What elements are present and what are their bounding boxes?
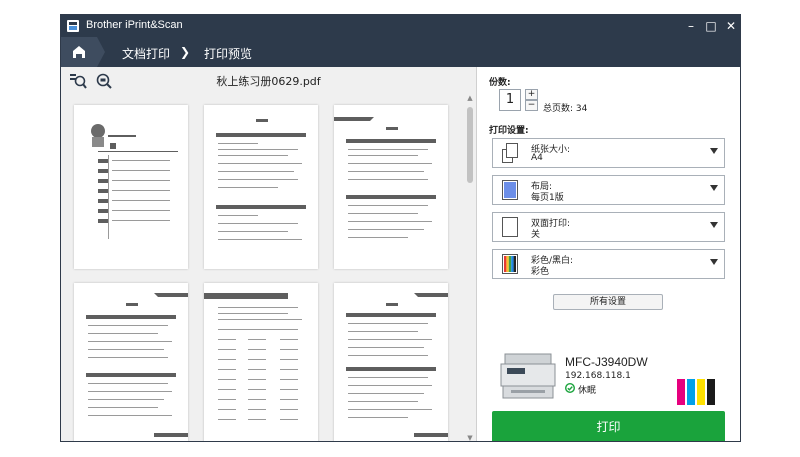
color-mode-value: 彩色 xyxy=(531,267,550,277)
all-settings-button[interactable]: 所有设置 xyxy=(553,294,663,310)
preview-pane: 秋上练习册0629.pdf ▲ ▼ xyxy=(61,67,476,441)
scrollbar-thumb[interactable] xyxy=(467,107,473,183)
app-logo-icon xyxy=(67,20,79,32)
paper-size-dropdown[interactable]: 纸张大小: A4 xyxy=(492,138,725,168)
page-thumbnail[interactable] xyxy=(204,283,318,441)
title-bar: Brother iPrint&Scan – □ ✕ xyxy=(61,15,740,37)
copies-decrement-button[interactable]: − xyxy=(525,100,538,111)
print-settings-label: 打印设置: xyxy=(489,126,529,136)
page-thumbnails xyxy=(61,93,463,441)
app-window: Brother iPrint&Scan – □ ✕ 文档打印 ❯ 打印预览 秋上… xyxy=(60,14,741,442)
chevron-right-icon: ❯ xyxy=(180,45,191,59)
minimize-button[interactable]: – xyxy=(682,17,700,35)
ink-level-cyan xyxy=(687,379,695,405)
window-title: Brother iPrint&Scan xyxy=(86,19,183,31)
page-thumbnail[interactable] xyxy=(334,283,448,441)
chevron-down-icon xyxy=(710,185,718,191)
color-mode-icon xyxy=(502,254,518,274)
page-thumbnail[interactable] xyxy=(334,105,448,269)
ink-level-yellow xyxy=(697,379,705,405)
file-name: 秋上练习册0629.pdf xyxy=(216,75,321,88)
breadcrumb: 文档打印 ❯ 打印预览 xyxy=(61,37,740,67)
page-thumbnail[interactable] xyxy=(74,105,188,269)
scroll-down-icon[interactable]: ▼ xyxy=(464,433,476,441)
layout-value: 每页1版 xyxy=(531,193,564,203)
ink-level-magenta xyxy=(677,379,685,405)
printer-ip: 192.168.118.1 xyxy=(565,371,631,381)
layout-dropdown[interactable]: 布局: 每页1版 xyxy=(492,175,725,205)
check-circle-icon xyxy=(565,383,575,393)
duplex-value: 关 xyxy=(531,230,541,240)
paper-size-value: A4 xyxy=(531,153,543,163)
copies-increment-button[interactable]: + xyxy=(525,89,538,100)
chevron-down-icon xyxy=(710,259,718,265)
ink-level-black xyxy=(707,379,715,405)
chevron-down-icon xyxy=(710,222,718,228)
breadcrumb-print-preview: 打印预览 xyxy=(204,47,253,61)
layout-icon xyxy=(502,180,518,200)
color-mode-dropdown[interactable]: 彩色/黑白: 彩色 xyxy=(492,249,725,279)
home-icon[interactable] xyxy=(61,37,107,67)
duplex-icon xyxy=(502,217,518,237)
paper-size-icon xyxy=(502,143,518,163)
printer-status-text: 休眠 xyxy=(578,386,597,396)
vertical-scrollbar[interactable]: ▲ ▼ xyxy=(464,93,476,441)
page-thumbnail[interactable] xyxy=(204,105,318,269)
scroll-up-icon[interactable]: ▲ xyxy=(464,93,476,103)
close-button[interactable]: ✕ xyxy=(722,17,740,35)
chevron-down-icon xyxy=(710,148,718,154)
copies-input[interactable]: 1 xyxy=(499,89,521,111)
printer-model: MFC-J3940DW xyxy=(565,355,648,369)
breadcrumb-document-print[interactable]: 文档打印 xyxy=(122,45,170,62)
print-button[interactable]: 打印 xyxy=(492,411,725,441)
maximize-button[interactable]: □ xyxy=(702,17,720,35)
total-pages: 总页数: 34 xyxy=(543,104,588,114)
duplex-dropdown[interactable]: 双面打印: 关 xyxy=(492,212,725,242)
settings-pane: 份数: 1 + − 总页数: 34 打印设置: 纸张大小: A4 布局: 每页1… xyxy=(477,67,740,441)
copies-label: 份数: xyxy=(489,78,511,88)
printer-image[interactable] xyxy=(499,352,557,400)
page-thumbnail[interactable] xyxy=(74,283,188,441)
